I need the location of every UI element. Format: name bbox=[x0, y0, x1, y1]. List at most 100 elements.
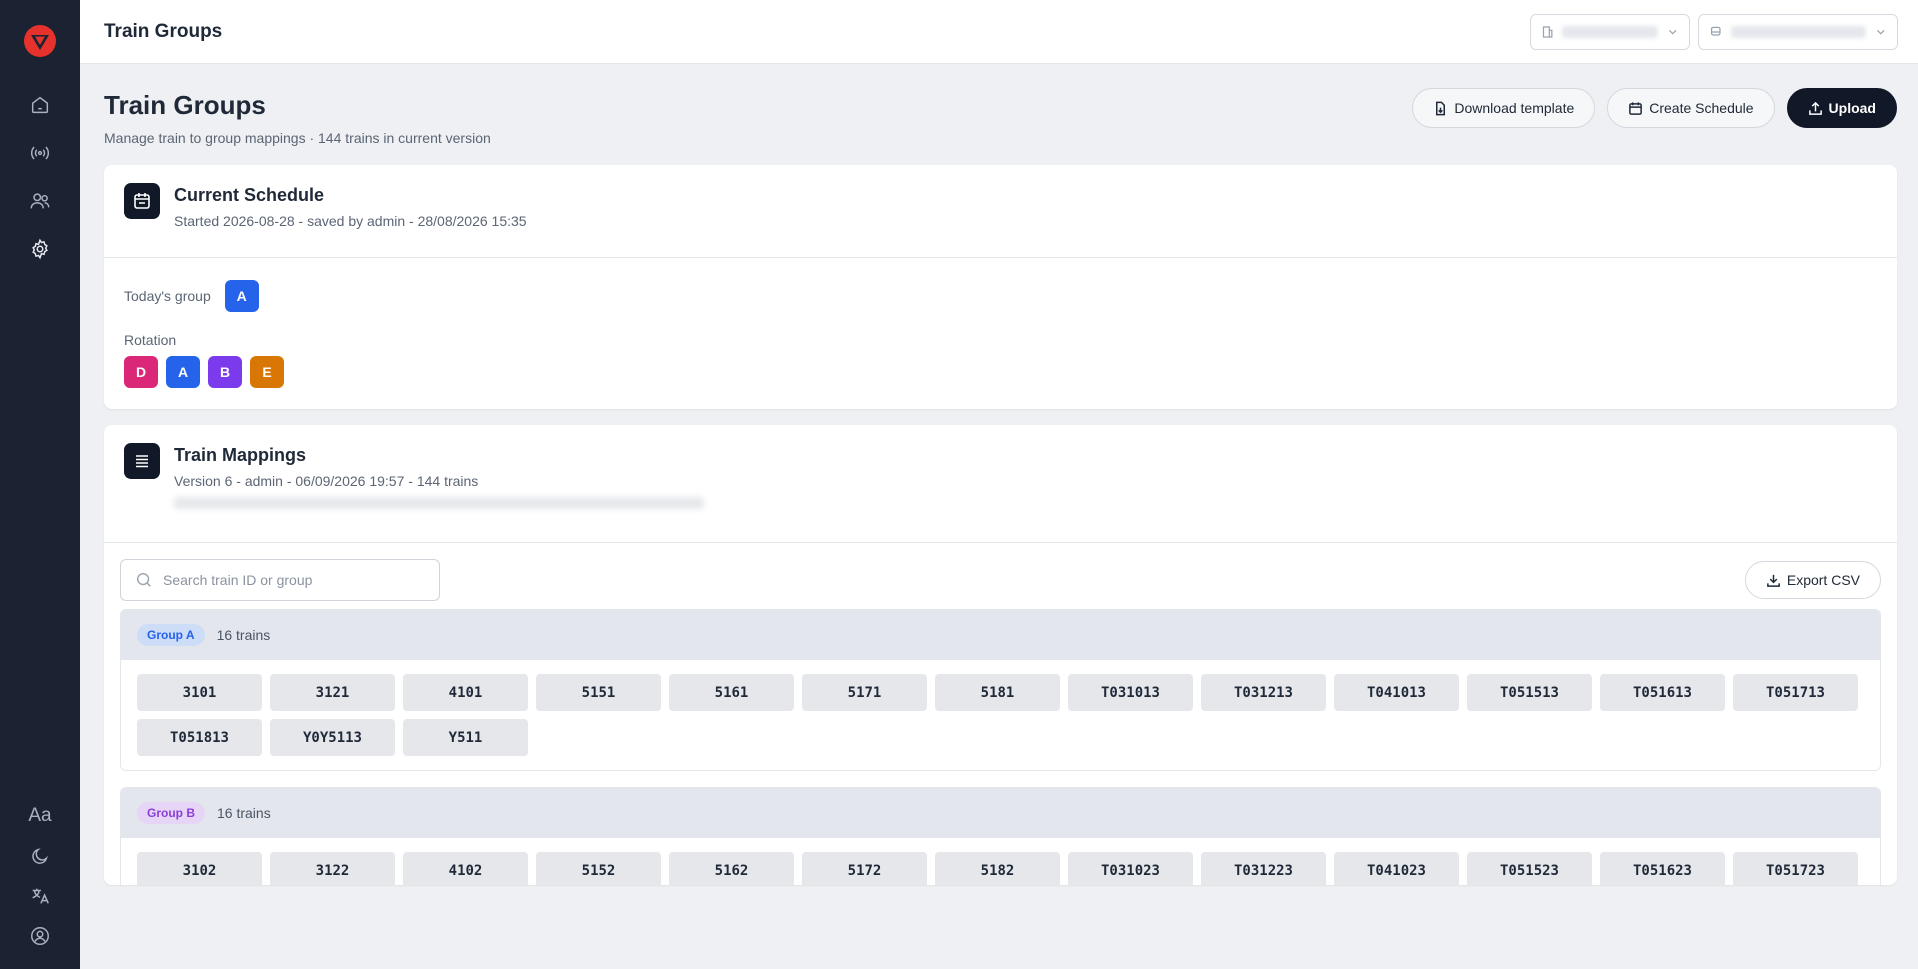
group-header: Group A 16 trains bbox=[121, 610, 1880, 660]
rotation-chip: E bbox=[250, 356, 284, 388]
today-group-row: Today's group A bbox=[124, 280, 1877, 312]
train-chip[interactable]: 3121 bbox=[270, 674, 395, 711]
sidebar-bottom: Aa bbox=[0, 799, 80, 953]
font-size-label: Aa bbox=[28, 805, 52, 826]
font-size-toggle[interactable]: Aa bbox=[23, 799, 57, 833]
gear-icon bbox=[32, 238, 48, 260]
train-chip[interactable]: T041023 bbox=[1334, 852, 1459, 885]
page-header: Train Groups Manage train to group mappi… bbox=[104, 64, 1897, 165]
sidebar-item-broadcast[interactable] bbox=[23, 136, 57, 170]
account-button[interactable] bbox=[23, 919, 57, 953]
redacted-value bbox=[1730, 26, 1866, 38]
schedule-title: Current Schedule bbox=[174, 185, 325, 205]
group-train-count: 16 trains bbox=[216, 627, 271, 643]
topbar: Train Groups bbox=[80, 0, 1918, 64]
broadcast-icon bbox=[30, 146, 50, 160]
redacted-value bbox=[1562, 26, 1658, 38]
train-mappings-card: Train Mappings Version 6 - admin - 06/09… bbox=[104, 425, 1897, 885]
train-chip[interactable]: T051723 bbox=[1733, 852, 1858, 885]
train-chip[interactable]: 5161 bbox=[669, 674, 794, 711]
mappings-meta: Version 6 - admin - 06/09/2026 19:57 - 1… bbox=[174, 473, 479, 489]
search-box[interactable] bbox=[120, 559, 440, 601]
train-chip[interactable]: 5181 bbox=[935, 674, 1060, 711]
train-chip[interactable]: 3122 bbox=[270, 852, 395, 885]
search-icon bbox=[136, 572, 151, 587]
group-block-a: Group A 16 trains 3101 3121 4101 5151 5161 51… bbox=[120, 609, 1881, 771]
train-chip[interactable]: 5172 bbox=[802, 852, 927, 885]
header-actions: Download template Create Schedule Upload bbox=[1412, 88, 1897, 128]
train-chip[interactable]: 5171 bbox=[802, 674, 927, 711]
train-chip[interactable]: Y511 bbox=[403, 719, 528, 756]
brand-logo[interactable] bbox=[23, 24, 57, 58]
train-chip[interactable]: T051523 bbox=[1467, 852, 1592, 885]
export-csv-button[interactable]: Export CSV bbox=[1744, 561, 1881, 599]
schedule-body: Today's group A Rotation D A B E bbox=[104, 258, 1897, 408]
chevron-down-icon bbox=[1876, 29, 1885, 35]
mappings-card-header: Train Mappings Version 6 - admin - 06/09… bbox=[104, 425, 1897, 543]
train-chip[interactable]: T031013 bbox=[1068, 674, 1193, 711]
train-chip[interactable]: T031023 bbox=[1068, 852, 1193, 885]
home-icon bbox=[31, 96, 49, 114]
create-schedule-button[interactable]: Create Schedule bbox=[1607, 88, 1775, 128]
train-chip[interactable]: T041013 bbox=[1334, 674, 1459, 711]
upload-button[interactable]: Upload bbox=[1786, 88, 1897, 128]
rotation-label: Rotation bbox=[124, 332, 177, 348]
train-chip[interactable]: 3101 bbox=[137, 674, 262, 711]
train-chip[interactable]: T051623 bbox=[1600, 852, 1725, 885]
download-template-button[interactable]: Download template bbox=[1412, 88, 1596, 128]
group-train-count: 16 trains bbox=[217, 805, 271, 821]
train-chip[interactable]: T051613 bbox=[1600, 674, 1725, 711]
file-download-icon bbox=[1436, 101, 1446, 115]
theme-toggle[interactable] bbox=[23, 839, 57, 873]
train-chip[interactable]: 4102 bbox=[403, 852, 528, 885]
chevron-down-icon bbox=[1668, 29, 1677, 35]
train-chip[interactable]: T031223 bbox=[1201, 852, 1326, 885]
rotation-list: D A B E bbox=[124, 356, 1877, 388]
user-circle-icon bbox=[31, 927, 49, 945]
sidebar-item-users[interactable] bbox=[23, 184, 57, 218]
language-toggle[interactable] bbox=[23, 879, 57, 913]
train-list: 3102 3122 4102 5152 5162 5172 5182 T031023 T0312… bbox=[121, 838, 1880, 885]
train-chip[interactable]: 5151 bbox=[536, 674, 661, 711]
export-csv-label: Export CSV bbox=[1786, 572, 1860, 588]
upload-label: Upload bbox=[1828, 100, 1876, 116]
create-schedule-label: Create Schedule bbox=[1649, 100, 1754, 116]
main-content: Train Groups Manage train to group mappi… bbox=[104, 64, 1897, 901]
group-badge: Group A bbox=[137, 624, 205, 646]
today-group-chip: A bbox=[224, 280, 259, 312]
company-select[interactable] bbox=[1530, 14, 1690, 50]
moon-icon bbox=[32, 848, 48, 864]
page-subtitle: Manage train to group mappings · 144 tra… bbox=[104, 130, 491, 146]
rotation-chip: D bbox=[124, 356, 158, 388]
train-chip[interactable]: T051813 bbox=[137, 719, 262, 756]
schedule-card-icon bbox=[124, 183, 160, 219]
search-input[interactable] bbox=[163, 572, 423, 588]
train-chip[interactable]: T031213 bbox=[1201, 674, 1326, 711]
train-chip[interactable]: 3102 bbox=[137, 852, 262, 885]
depot-select[interactable] bbox=[1698, 14, 1898, 50]
sidebar-item-settings[interactable] bbox=[23, 232, 57, 266]
train-chip[interactable]: 5152 bbox=[536, 852, 661, 885]
schedule-meta: Started 2026-08-28 - saved by admin - 28… bbox=[174, 213, 527, 229]
download-icon bbox=[1766, 574, 1780, 587]
rotation-chip: B bbox=[208, 356, 242, 388]
building-icon bbox=[1542, 26, 1553, 38]
upload-icon bbox=[1808, 101, 1822, 115]
schedule-card-header: Current Schedule Started 2026-08-28 - sa… bbox=[104, 165, 1897, 258]
train-chip[interactable]: 5182 bbox=[935, 852, 1060, 885]
group-block-b: Group B 16 trains 3102 3122 4102 5152 5162 51… bbox=[120, 787, 1881, 885]
train-chip[interactable]: T051513 bbox=[1467, 674, 1592, 711]
sidebar-nav bbox=[23, 88, 57, 266]
train-chip[interactable]: T051713 bbox=[1733, 674, 1858, 711]
sidebar-item-home[interactable] bbox=[23, 88, 57, 122]
group-header: Group B 16 trains bbox=[121, 788, 1880, 838]
list-icon bbox=[136, 455, 148, 468]
train-chip[interactable]: 4101 bbox=[403, 674, 528, 711]
sidebar: Aa bbox=[0, 0, 80, 969]
train-chip[interactable]: Y0Y5113 bbox=[270, 719, 395, 756]
current-schedule-card: Current Schedule Started 2026-08-28 - sa… bbox=[104, 165, 1897, 409]
train-chip[interactable]: 5162 bbox=[669, 852, 794, 885]
train-list: 3101 3121 4101 5151 5161 5171 5181 T031013 T0312… bbox=[121, 660, 1880, 770]
calendar-icon bbox=[134, 193, 150, 209]
page-title: Train Groups bbox=[104, 90, 266, 120]
